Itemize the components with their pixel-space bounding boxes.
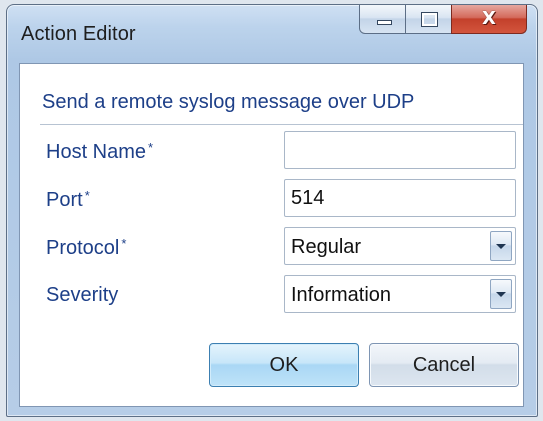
severity-label-text: Severity [46,284,119,306]
window-title: Action Editor [21,23,136,45]
port-label-text: Port [46,189,83,211]
minimize-icon [377,20,392,25]
action-editor-window: Action Editor X Send a remote syslog mes… [6,4,538,417]
protocol-dropdown-button[interactable] [490,231,512,261]
minimize-button[interactable] [359,5,406,34]
port-input[interactable] [284,179,516,217]
severity-dropdown-button[interactable] [490,279,512,309]
chevron-down-icon [496,244,506,249]
chevron-down-icon [496,292,506,297]
protocol-label-text: Protocol [46,237,120,259]
severity-selected-value: Information [291,284,392,306]
window-controls: X [359,5,527,35]
description-divider [40,124,523,125]
required-marker: * [84,188,90,203]
action-description: Send a remote syslog message over UDP [42,91,415,113]
required-marker: * [121,236,127,251]
maximize-icon [421,12,438,27]
cancel-button[interactable]: Cancel [369,343,519,387]
host-name-label-text: Host Name [46,141,147,163]
host-name-input[interactable] [284,131,516,169]
protocol-selected-value: Regular [291,236,362,258]
close-icon: X [482,8,496,29]
required-marker: * [148,140,154,155]
title-bar[interactable]: Action Editor X [7,5,537,63]
close-button[interactable]: X [451,5,527,34]
severity-label: Severity [46,284,118,307]
port-label: Port * [46,188,90,212]
maximize-button[interactable] [405,5,452,34]
dialog-content: Send a remote syslog message over UDP Ho… [19,63,524,407]
protocol-dropdown[interactable]: Regular [284,227,516,265]
host-name-label: Host Name * [46,140,153,164]
severity-dropdown[interactable]: Information [284,275,516,313]
ok-button[interactable]: OK [209,343,359,387]
protocol-label: Protocol * [46,236,126,260]
